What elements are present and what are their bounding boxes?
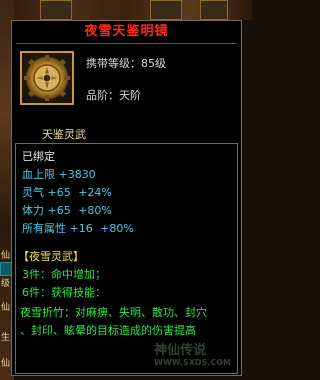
stat-name: 血上限 [22,168,55,181]
watermark-text: 神仙传说 [154,343,207,358]
side-label: 级 [1,279,11,289]
stat-name: 灵气 [22,186,44,199]
skill-description: 夜雪折竹：对麻痹、失明、散功、封穴 [20,306,207,319]
bound-status: 已绑定 [22,150,55,163]
quality: 品阶：天阶 [86,87,141,103]
site-watermark: 神仙传说 WWW.SXDS.COM [154,339,231,367]
stat-value: +65 [47,186,71,199]
side-label: 仙 [1,251,11,261]
stat-value: +16 [69,222,93,235]
set-bonus: 6件：获得技能： [22,286,106,299]
item-subtitle: 天鉴灵武 [42,128,86,141]
stats-box: 已绑定 血上限 +3830 灵气 +65 +24% 体力 +65 +80% 所有… [15,143,238,374]
quality-value: 天阶 [119,89,141,102]
stat-name: 体力 [22,204,44,217]
gear-mirror-icon [20,51,74,105]
quality-label: 品阶： [86,89,119,102]
stat-row: 灵气 +65 +24% [22,184,112,200]
carry-level-label: 携带等级： [86,57,141,70]
toolbar-slot-icon[interactable] [40,0,72,20]
stat-row: 血上限 +3830 [22,166,96,182]
carry-level-value: 85级 [141,57,166,70]
toolbar-slot-icon[interactable] [150,0,182,20]
toolbar-slot-icon[interactable] [200,0,228,20]
stat-extra: +80% [100,222,134,235]
stat-extra: +80% [78,204,112,217]
side-label: 仙 [1,303,11,313]
item-tooltip: 夜雪天鉴明镜 携带等级：85级 品阶：天阶 天鉴灵武 已绑定 血上限 +3830… [11,20,242,376]
watermark-url: WWW.SXDS.COM [154,358,231,367]
stat-value: +65 [47,204,71,217]
side-label: 生 [1,333,11,343]
divider [16,43,237,44]
set-name: 【夜雪灵武】 [18,250,84,263]
stat-row: 体力 +65 +80% [22,202,112,218]
side-label: 仙 [1,359,11,369]
stat-extra: +24% [78,186,112,199]
skill-description: 、封印、眩晕的目标造成的伤害提高 [20,324,196,337]
set-bonus: 3件：命中增加； [22,268,106,281]
carry-level: 携带等级：85级 [86,55,166,71]
stat-value: +3830 [58,168,96,181]
stat-row: 所有属性 +16 +80% [22,220,134,236]
item-title: 夜雪天鉴明镜 [84,24,169,39]
stat-name: 所有属性 [22,222,66,235]
